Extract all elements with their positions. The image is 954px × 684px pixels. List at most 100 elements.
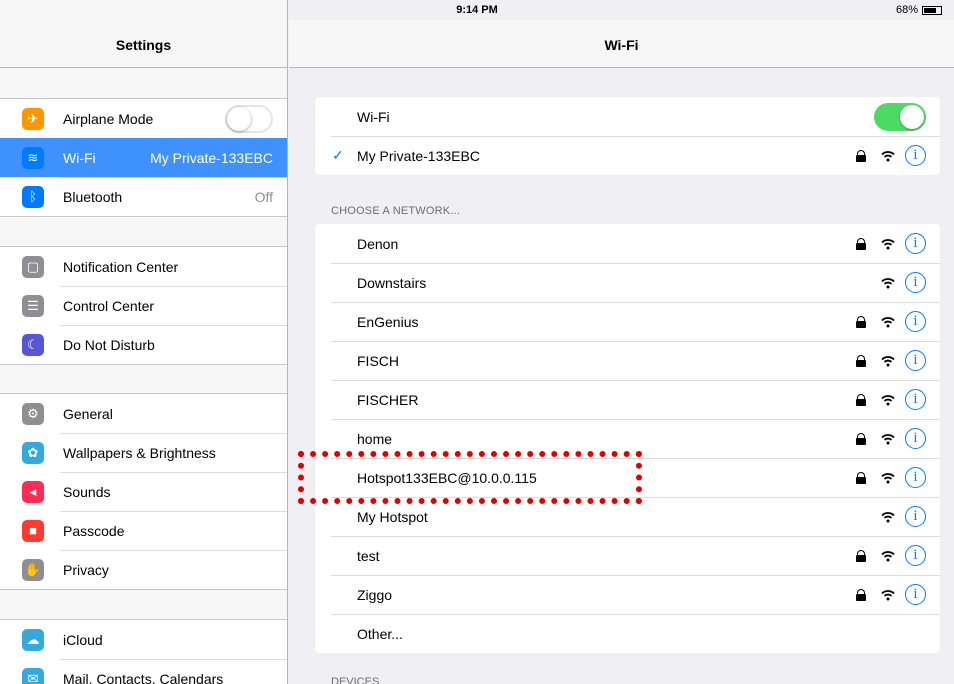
other-network-label: Other... [357,625,403,642]
lock-icon [854,393,868,407]
sidebar-item-label: Airplane Mode [63,110,154,127]
sidebar-item-label: Passcode [63,522,125,539]
sidebar-item-privacy[interactable]: ✋ Privacy [0,550,287,589]
network-name: EnGenius [357,313,419,330]
sidebar-item-do-not-disturb[interactable]: ☾ Do Not Disturb [0,325,287,364]
sidebar-item-label: Control Center [63,297,155,314]
lock-icon [854,315,868,329]
sidebar-item-wi-fi[interactable]: ≋ Wi-Fi My Private-133EBC [0,138,287,177]
info-icon[interactable]: i [905,350,926,371]
cloud-icon: ☁ [22,628,44,651]
sidebar-item-value: Off [254,188,273,205]
sidebar-item-label: General [63,405,113,422]
network-name: test [357,547,380,564]
airplane-mode-toggle[interactable] [225,104,273,133]
network-list: Denon i Downstairs i EnGenius i FISCH i FISCHER i… [315,224,940,653]
network-row[interactable]: EnGenius i [315,302,940,341]
info-icon[interactable]: i [905,506,926,527]
wifi-icon: ≋ [22,146,44,169]
sidebar-item-airplane-mode[interactable]: ✈ Airplane Mode [0,99,287,138]
page-title: Wi-Fi [289,20,954,68]
sidebar-item-label: Sounds [63,483,111,500]
sidebar-item-label: iCloud [63,631,103,648]
wifi-toggle[interactable] [874,102,926,131]
wifi-signal-icon [881,355,895,367]
network-row[interactable]: home i [315,419,940,458]
info-icon[interactable]: i [905,428,926,449]
sidebar-item-bluetooth[interactable]: ᛒ Bluetooth Off [0,177,287,216]
lock-icon [854,549,868,563]
sidebar-item-notification-center[interactable]: ▢ Notification Center [0,247,287,286]
sidebar-item-label: Mail, Contacts, Calendars [63,670,224,684]
wifi-signal-icon [881,238,895,250]
network-name: Downstairs [357,274,427,291]
choose-network-header: CHOOSE A NETWORK... [331,205,461,217]
info-icon[interactable]: i [905,272,926,293]
wifi-signal-icon [881,394,895,406]
wifi-pane: Wi-Fi Wi-Fi ✓ My Private-133EBC i CHOOSE… [289,0,954,684]
passcode-lock-icon: ■ [22,519,44,542]
wifi-toggle-row: Wi-Fi [315,97,940,136]
lock-icon [854,588,868,602]
info-icon[interactable]: i [905,545,926,566]
sidebar-item-wallpapers-brightness[interactable]: ✿ Wallpapers & Brightness [0,433,287,472]
info-icon[interactable]: i [905,233,926,254]
sidebar-item-general[interactable]: ⚙ General [0,394,287,433]
sidebar-item-label: Do Not Disturb [63,336,155,353]
hand-icon: ✋ [22,558,44,581]
wifi-signal-icon [881,433,895,445]
bluetooth-icon: ᛒ [22,185,44,208]
network-name: My Hotspot [357,508,428,525]
gear-icon: ⚙ [22,402,44,425]
wallpaper-icon: ✿ [22,441,44,464]
connected-network-name: My Private-133EBC [357,147,480,164]
lock-icon [854,237,868,251]
info-icon[interactable]: i [905,311,926,332]
sidebar-title: Settings [0,20,287,68]
sidebar-item-icloud[interactable]: ☁ iCloud [0,620,287,659]
network-row[interactable]: FISCHER i [315,380,940,419]
devices-header: DEVICES [331,676,380,684]
control-center-icon: ☰ [22,294,44,317]
settings-sidebar: Settings ✈ Airplane Mode ≋ Wi-Fi My Private-… [0,0,288,684]
sidebar-item-passcode[interactable]: ■ Passcode [0,511,287,550]
connected-network-row[interactable]: ✓ My Private-133EBC i [315,136,940,175]
network-row[interactable]: Denon i [315,224,940,263]
mail-icon: ✉ [22,667,44,684]
wifi-signal-icon [881,589,895,601]
network-name: FISCHER [357,391,419,408]
wifi-toggle-label: Wi-Fi [357,108,390,125]
sidebar-group: ⚙ General ✿ Wallpapers & Brightness ◂ Sounds ■… [0,393,287,590]
notification-center-icon: ▢ [22,255,44,278]
wifi-signal-icon [881,511,895,523]
network-row[interactable]: Hotspot133EBC@10.0.0.115 i [315,458,940,497]
network-name: FISCH [357,352,399,369]
lock-icon [854,471,868,485]
wifi-signal-icon [881,150,895,162]
checkmark-icon: ✓ [332,147,344,163]
network-name: home [357,430,393,447]
speaker-icon: ◂ [22,480,44,503]
wifi-signal-icon [881,277,895,289]
info-icon[interactable]: i [905,389,926,410]
sidebar-item-label: Wi-Fi [63,149,96,166]
sidebar-group: ✈ Airplane Mode ≋ Wi-Fi My Private-133EBC ᛒ Bl… [0,98,287,217]
moon-icon: ☾ [22,333,44,356]
sidebar-item-mail-contacts-calendars[interactable]: ✉ Mail, Contacts, Calendars [0,659,287,684]
sidebar-item-control-center[interactable]: ☰ Control Center [0,286,287,325]
info-icon[interactable]: i [905,584,926,605]
network-row[interactable]: My Hotspot i [315,497,940,536]
sidebar-item-label: Bluetooth [63,188,123,205]
network-name: Ziggo [357,586,393,603]
sidebar-item-sounds[interactable]: ◂ Sounds [0,472,287,511]
info-icon[interactable]: i [905,145,926,166]
network-name: Hotspot133EBC@10.0.0.115 [357,469,537,486]
sidebar-item-label: Notification Center [63,258,179,275]
network-row[interactable]: test i [315,536,940,575]
lock-icon [854,149,868,163]
network-row[interactable]: Ziggo i [315,575,940,614]
info-icon[interactable]: i [905,467,926,488]
other-network-row[interactable]: Other... [315,614,940,653]
network-row[interactable]: FISCH i [315,341,940,380]
network-row[interactable]: Downstairs i [315,263,940,302]
